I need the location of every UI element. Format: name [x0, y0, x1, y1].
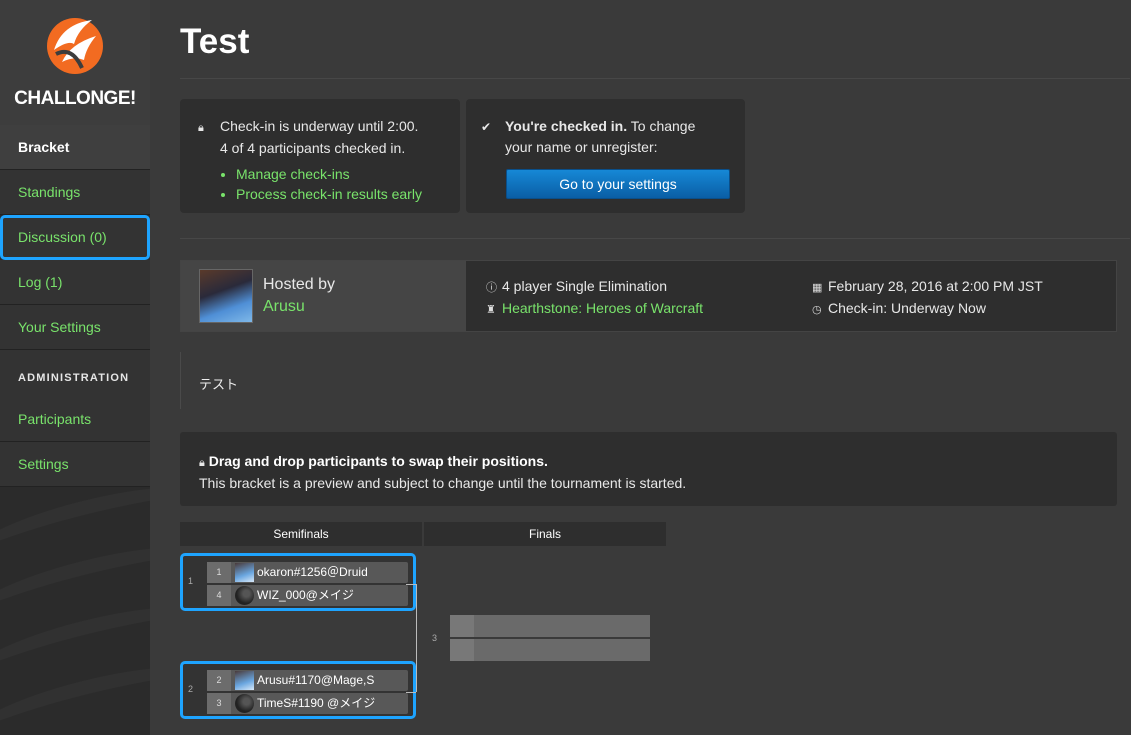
match-id: 3	[432, 633, 438, 643]
list-item: Process check-in results early	[236, 184, 460, 204]
logo-text: CHALLONGE!	[14, 88, 136, 109]
participant-slot[interactable]: 2 Arusu#1170@Mage,S	[207, 670, 408, 691]
bracket-connector	[406, 692, 416, 693]
tournament-info-bar: Hosted by Arusu ⓘ 4 player Single Elimina…	[180, 260, 1117, 332]
match-final[interactable]	[450, 615, 650, 661]
sidebar-item-participants[interactable]: Participants	[0, 397, 150, 442]
calendar-icon: ▦	[812, 282, 823, 294]
participant-slot[interactable]: 1 okaron#1256＠Druid	[207, 562, 408, 583]
participant-avatar	[235, 563, 254, 583]
seed-number: 2	[207, 670, 231, 691]
checkin-status-value: Check-in: Underway Now	[828, 300, 986, 316]
checked-in-rest: To change	[627, 118, 696, 134]
sidebar-item-standings[interactable]: Standings	[0, 170, 150, 215]
checked-in-panel: ✔ You're checked in. To change your name …	[466, 99, 745, 213]
participant-slot-empty[interactable]	[450, 639, 650, 661]
host-name-link[interactable]: Arusu	[263, 298, 305, 316]
seed-number	[450, 615, 474, 637]
divider	[180, 238, 1130, 239]
participant-name: okaron#1256＠Druid	[257, 565, 368, 579]
notice-title: Drag and drop participants to swap their…	[208, 453, 548, 469]
format-line: ⓘ 4 player Single Elimination	[486, 278, 667, 295]
check-circle-icon: ✔	[481, 120, 492, 134]
seed-number: 4	[207, 585, 231, 606]
divider	[180, 78, 1130, 79]
participant-avatar	[235, 671, 254, 691]
host-avatar[interactable]	[199, 269, 253, 323]
process-checkin-link[interactable]: Process check-in results early	[236, 186, 422, 202]
host-box: Hosted by Arusu	[181, 261, 466, 331]
go-to-settings-button[interactable]: Go to your settings	[506, 169, 730, 199]
seed-number	[450, 639, 474, 661]
sidebar-item-settings[interactable]: Settings	[0, 442, 150, 487]
notice-body: This bracket is a preview and subject to…	[199, 475, 687, 491]
sidebar-item-bracket[interactable]: Bracket	[0, 125, 150, 170]
bracket-connector	[416, 584, 417, 692]
sidebar: CHALLONGE! Bracket Standings Discussion …	[0, 0, 150, 735]
lock-icon: 🔒︎	[198, 122, 204, 134]
checkin-status-text: Check-in is underway until 2:00.	[220, 118, 419, 134]
participant-name: WIZ_000@メイジ	[257, 588, 354, 602]
sidebar-item-discussion[interactable]: Discussion (0)	[0, 215, 150, 260]
game-link[interactable]: Hearthstone: Heroes of Warcraft	[502, 300, 703, 316]
challonge-logo[interactable]: CHALLONGE!	[0, 0, 150, 125]
clock-icon: ◷	[812, 304, 822, 316]
participant-name: Arusu#1170@Mage,S	[257, 673, 375, 687]
manage-checkins-link[interactable]: Manage check-ins	[236, 166, 350, 182]
match-2[interactable]: 2 2 Arusu#1170@Mage,S 3 TimeS#1190 @メイジ	[180, 661, 416, 719]
list-item: Manage check-ins	[236, 164, 460, 184]
date-line: ▦ February 28, 2016 at 2:00 PM JST	[812, 278, 1043, 294]
checkin-links: Manage check-ins Process check-in result…	[236, 164, 460, 204]
format-text: 4 player Single Elimination	[502, 278, 667, 294]
participant-name: TimeS#1190 @メイジ	[257, 696, 376, 710]
date-text: February 28, 2016 at 2:00 PM JST	[828, 278, 1043, 294]
checkin-status-line: ◷ Check-in: Underway Now	[812, 300, 986, 316]
round-header-semifinals: Semifinals	[180, 522, 422, 546]
match-1[interactable]: 1 1 okaron#1256＠Druid 4 WIZ_000@メイジ	[180, 553, 416, 611]
checkin-panel: 🔒︎ Check-in is underway until 2:00. 4 of …	[180, 99, 460, 213]
game-line: ♜ Hearthstone: Heroes of Warcraft	[486, 300, 703, 316]
rook-icon: ♜	[486, 304, 496, 316]
participant-slot[interactable]: 3 TimeS#1190 @メイジ	[207, 693, 408, 714]
tournament-description: テスト	[180, 352, 1117, 409]
sidebar-item-your-settings[interactable]: Your Settings	[0, 305, 150, 350]
hosted-by-label: Hosted by	[263, 276, 336, 293]
sidebar-heading-administration: ADMINISTRATION	[0, 350, 150, 397]
bracket-connector	[406, 584, 416, 585]
participant-avatar	[235, 586, 254, 606]
participant-slot[interactable]: 4 WIZ_000@メイジ	[207, 585, 408, 606]
seed-number: 1	[207, 562, 231, 583]
checked-in-strong: You're checked in.	[505, 118, 628, 134]
checkin-count-text: 4 of 4 participants checked in.	[220, 140, 406, 156]
seed-number: 3	[207, 693, 231, 714]
match-id: 2	[188, 684, 194, 694]
match-id: 1	[188, 576, 194, 586]
challonge-logo-icon	[47, 18, 103, 74]
lock-icon: 🔒︎	[199, 457, 205, 469]
sidebar-item-log[interactable]: Log (1)	[0, 260, 150, 305]
participant-slot-empty[interactable]	[450, 615, 650, 637]
round-header-finals: Finals	[424, 522, 666, 546]
participant-avatar	[235, 694, 254, 714]
checked-in-line2: your name or unregister:	[505, 139, 658, 155]
page-title: Test	[180, 22, 250, 61]
info-icon: ⓘ	[486, 282, 497, 294]
bracket-notice: 🔒︎ Drag and drop participants to swap th…	[180, 432, 1117, 506]
